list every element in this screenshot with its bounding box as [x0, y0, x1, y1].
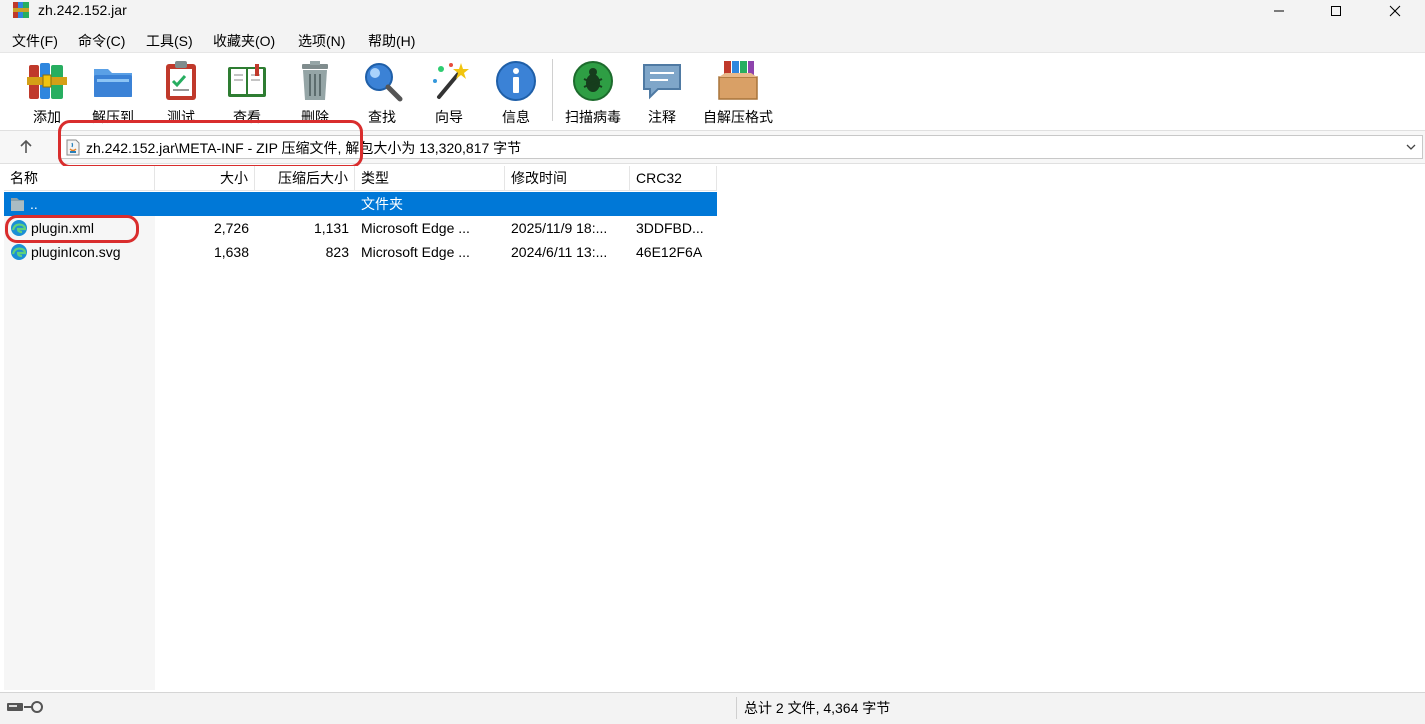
minimize-button[interactable] [1250, 0, 1308, 22]
chevron-down-icon[interactable] [1404, 140, 1418, 154]
extract-label: 解压到 [92, 109, 134, 125]
row-modified: 2024/6/11 13:... [511, 244, 608, 260]
maximize-button[interactable] [1307, 0, 1365, 22]
winrar-app-icon[interactable] [12, 1, 30, 19]
menu-commands[interactable]: 命令(C) [78, 32, 125, 50]
test-button[interactable]: 测试 [150, 59, 212, 127]
address-path: zh.242.152.jar\META-INF - ZIP 压缩文件, 解包大小… [86, 140, 522, 156]
test-label: 测试 [167, 109, 195, 125]
status-summary: 总计 2 文件, 4,364 字节 [744, 700, 891, 716]
add-label: 添加 [33, 109, 61, 125]
row-name: .. [24, 192, 155, 216]
row-packed [255, 192, 355, 216]
close-icon [1389, 5, 1401, 17]
maximize-icon [1331, 6, 1341, 16]
trash-can-icon [302, 61, 328, 100]
virus-scan-icon [573, 61, 613, 101]
up-folder-button[interactable] [14, 137, 38, 157]
minimize-icon [1274, 10, 1284, 12]
comment-label: 注释 [648, 109, 676, 125]
row-name: pluginIcon.svg [31, 244, 121, 260]
address-bar: zh.242.152.jar\META-INF - ZIP 压缩文件, 解包大小… [0, 130, 1425, 164]
table-row-parent-folder[interactable]: .. 文件夹 [4, 192, 717, 216]
row-crc: 46E12F6A [636, 244, 703, 260]
folder-extract-icon [94, 69, 132, 97]
column-header-size[interactable]: 大小 [155, 166, 255, 191]
scan-virus-button[interactable]: 扫描病毒 [562, 59, 624, 127]
list-header: 名称 大小 压缩后大小 类型 修改时间 CRC32 [4, 166, 717, 191]
status-bar: 总计 2 文件, 4,364 字节 [0, 692, 1425, 724]
comment-button[interactable]: 注释 [631, 59, 693, 127]
info-icon [496, 61, 536, 101]
row-size [155, 192, 255, 216]
file-list[interactable]: 名称 大小 压缩后大小 类型 修改时间 CRC32 .. 文件夹 plugin.… [4, 166, 1425, 690]
menu-file[interactable]: 文件(F) [12, 32, 58, 50]
delete-label: 删除 [301, 109, 329, 125]
menu-help[interactable]: 帮助(H) [368, 32, 415, 50]
window-title: zh.242.152.jar [38, 2, 127, 18]
wizard-button[interactable]: 向导 [418, 59, 480, 127]
scan-virus-label: 扫描病毒 [565, 109, 621, 125]
row-packed: 1,131 [313, 220, 349, 236]
toolbar-separator [552, 59, 553, 121]
address-field[interactable]: zh.242.152.jar\META-INF - ZIP 压缩文件, 解包大小… [58, 135, 1423, 159]
menu-bar: 文件(F) 命令(C) 工具(S) 收藏夹(O) 选项(N) 帮助(H) [0, 30, 1425, 52]
find-label: 查找 [368, 109, 396, 125]
table-row[interactable]: plugin.xml 2,726 1,131 Microsoft Edge ..… [4, 216, 717, 240]
row-size: 2,726 [213, 220, 249, 236]
row-modified: 2025/11/9 18:... [511, 220, 608, 236]
magnifier-icon [365, 63, 403, 102]
magic-wand-icon [433, 63, 469, 99]
row-size: 1,638 [213, 244, 249, 260]
toolbar: 添加 解压到 测试 查看 删除 查找 向导 信息 扫描病毒 注释 自解压格式 [0, 52, 1425, 128]
archive-books-icon [27, 63, 67, 99]
title-bar: zh.242.152.jar [0, 0, 1425, 30]
wizard-label: 向导 [435, 109, 463, 125]
row-type: 文件夹 [361, 196, 403, 212]
row-packed: 823 [325, 244, 349, 260]
row-modified [505, 192, 630, 216]
sfx-box-icon [718, 61, 758, 100]
clipboard-check-icon [166, 61, 196, 100]
jar-file-icon [66, 139, 80, 156]
column-header-packed[interactable]: 压缩后大小 [255, 166, 355, 191]
arrow-up-icon [20, 139, 32, 153]
column-header-crc[interactable]: CRC32 [630, 166, 717, 191]
view-button[interactable]: 查看 [216, 59, 278, 127]
row-name: plugin.xml [31, 220, 95, 236]
column-header-modified[interactable]: 修改时间 [505, 166, 630, 191]
row-crc [630, 192, 717, 216]
close-button[interactable] [1366, 0, 1424, 22]
info-button[interactable]: 信息 [485, 59, 547, 127]
comment-bubble-icon [643, 64, 681, 100]
sfx-label: 自解压格式 [703, 109, 773, 125]
drive-key-icon[interactable] [6, 699, 54, 715]
table-row[interactable]: pluginIcon.svg 1,638 823 Microsoft Edge … [4, 240, 717, 264]
open-book-icon [228, 64, 266, 97]
column-header-type[interactable]: 类型 [355, 166, 505, 191]
view-label: 查看 [233, 109, 261, 125]
name-column-background [4, 192, 155, 690]
find-button[interactable]: 查找 [351, 59, 413, 127]
status-separator [736, 697, 737, 719]
menu-options[interactable]: 选项(N) [298, 32, 345, 50]
add-button[interactable]: 添加 [16, 59, 78, 127]
sfx-button[interactable]: 自解压格式 [702, 59, 774, 127]
row-crc: 3DDFBD... [636, 220, 704, 236]
column-header-name[interactable]: 名称 [4, 166, 155, 191]
menu-tools[interactable]: 工具(S) [146, 32, 193, 50]
info-label: 信息 [502, 109, 530, 125]
delete-button[interactable]: 删除 [284, 59, 346, 127]
row-type: Microsoft Edge ... [361, 220, 470, 236]
menu-favorites[interactable]: 收藏夹(O) [213, 32, 275, 50]
extract-button[interactable]: 解压到 [82, 59, 144, 127]
row-type: Microsoft Edge ... [361, 244, 470, 260]
